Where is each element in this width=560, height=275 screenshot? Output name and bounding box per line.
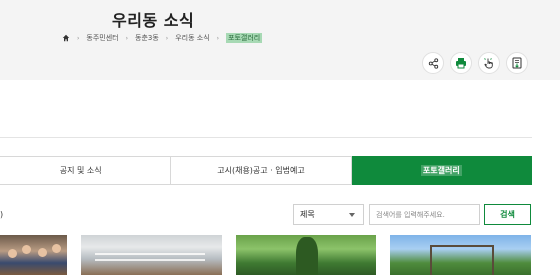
share-button[interactable] — [422, 52, 444, 74]
tab-notice[interactable]: 공지 및 소식 — [0, 156, 172, 185]
gallery-thumbnail[interactable] — [0, 235, 67, 275]
search-field-select[interactable]: 제목 — [293, 204, 364, 225]
page-title: 우리동 소식 — [112, 11, 195, 30]
chevron-down-icon — [349, 213, 355, 217]
search-field-value: 제목 — [300, 210, 315, 219]
section-divider — [0, 137, 532, 138]
print-button[interactable] — [450, 52, 472, 74]
tab-announcement[interactable]: 고시(채용)공고 · 입법예고 — [171, 156, 352, 185]
breadcrumb-item[interactable]: 동춘3동 — [135, 33, 159, 43]
download-icon — [512, 57, 522, 69]
breadcrumb: › 동주민센터 › 동춘3동 › 우리동 소식 › 포토갤러리 — [62, 33, 263, 43]
search-button[interactable]: 검색 — [484, 204, 531, 225]
download-button[interactable] — [506, 52, 528, 74]
page-tools — [422, 52, 528, 74]
home-icon[interactable] — [62, 34, 70, 42]
breadcrumb-item[interactable]: 동주민센터 — [86, 33, 118, 43]
breadcrumb-separator-icon: › — [216, 34, 220, 42]
breadcrumb-separator-icon: › — [125, 34, 129, 42]
share-icon — [428, 57, 438, 69]
print-icon — [456, 58, 466, 69]
gallery-thumbnail[interactable] — [390, 235, 531, 275]
accessibility-button[interactable] — [478, 52, 500, 74]
breadcrumb-separator-icon: › — [77, 34, 80, 42]
gallery-thumbnail[interactable] — [81, 235, 222, 275]
gallery-thumbnail[interactable] — [236, 235, 376, 275]
breadcrumb-current: 포토갤러리 — [226, 33, 263, 43]
tab-photo-gallery[interactable]: 포토갤러리 — [351, 156, 532, 185]
breadcrumb-separator-icon: › — [165, 34, 169, 42]
hand-pointer-icon — [484, 58, 493, 69]
post-count: ) — [0, 210, 4, 219]
breadcrumb-item[interactable]: 우리동 소식 — [175, 33, 209, 43]
board-tabs: 공지 및 소식 고시(채용)공고 · 입법예고 포토갤러리 — [0, 156, 532, 185]
page-header: 우리동 소식 › 동주민센터 › 동춘3동 › 우리동 소식 › 포토갤러리 — [0, 0, 560, 80]
search-input[interactable] — [369, 204, 480, 225]
